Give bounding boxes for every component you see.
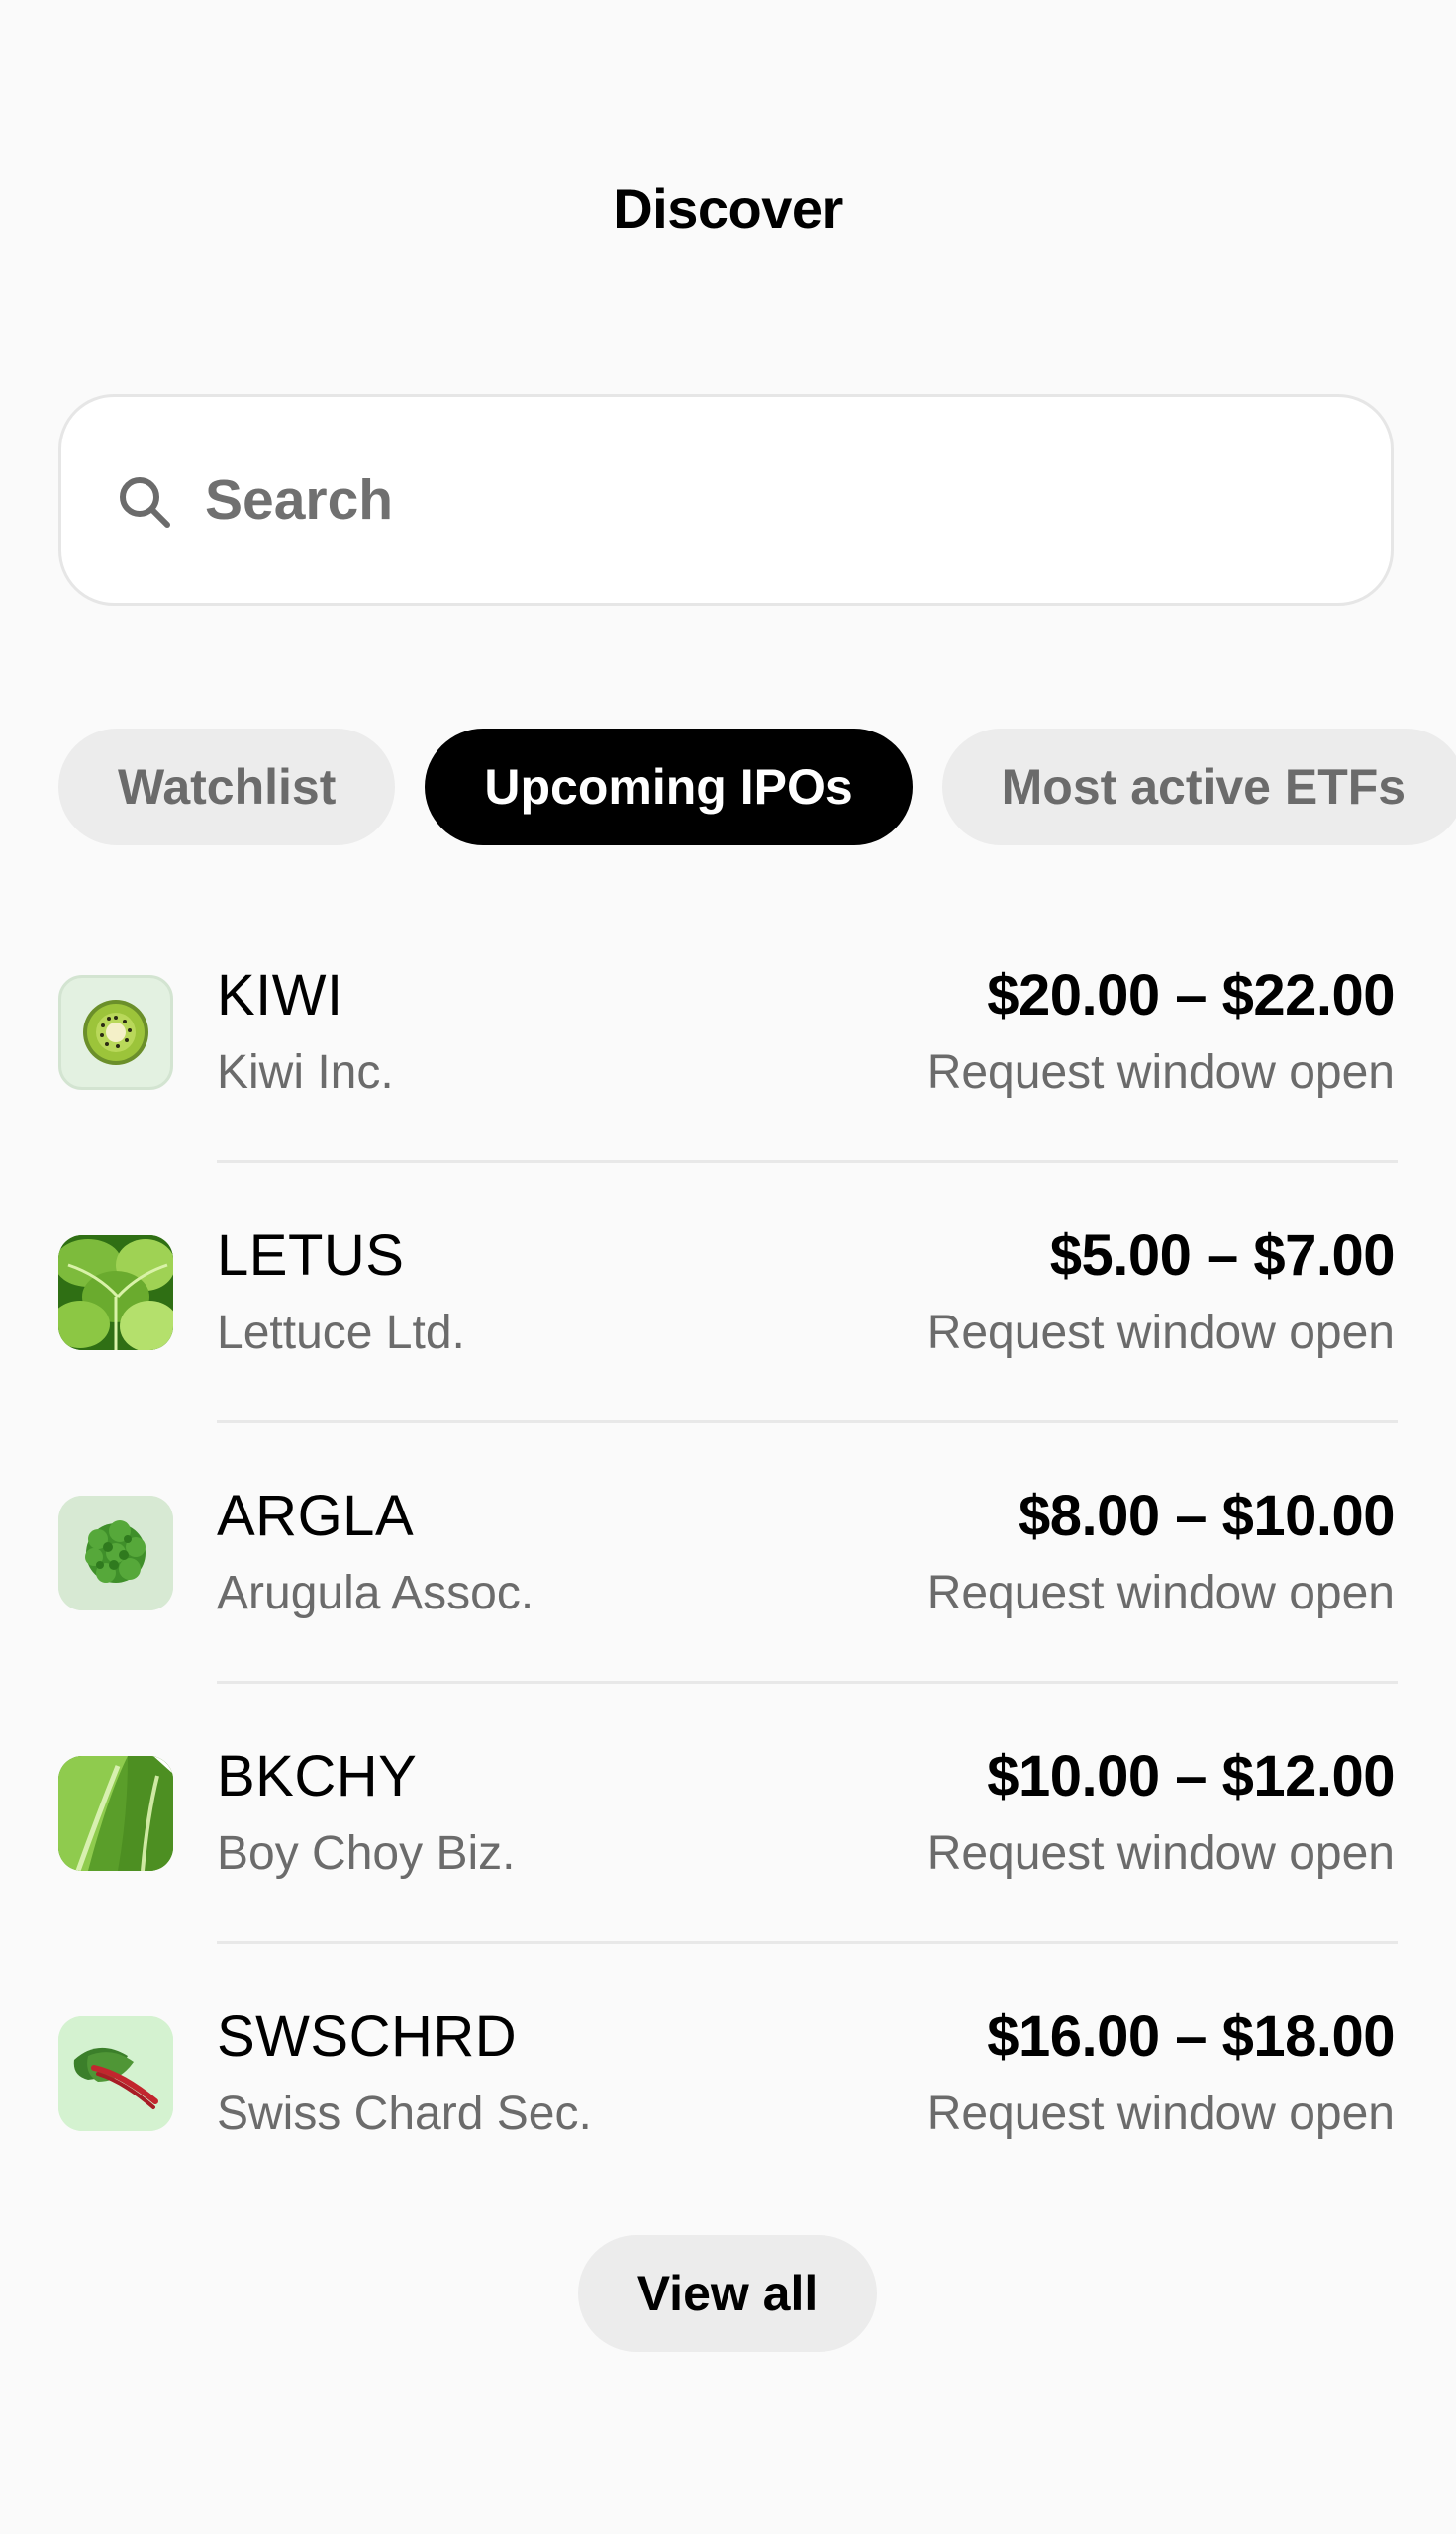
search-input[interactable] <box>205 467 1294 533</box>
ipo-company-name: Boy Choy Biz. <box>217 1827 516 1880</box>
ipo-ticker: KIWI <box>217 963 343 1027</box>
ipo-ticker: ARGLA <box>217 1484 415 1548</box>
ipo-company-name: Kiwi Inc. <box>217 1046 394 1099</box>
view-all-button[interactable]: View all <box>578 2235 877 2352</box>
ipo-row-kiwi[interactable]: KIWI Kiwi Inc. $20.00 – $22.00 Request w… <box>0 903 1456 1163</box>
ipo-list: KIWI Kiwi Inc. $20.00 – $22.00 Request w… <box>0 903 1456 2204</box>
ipo-status: Request window open <box>926 1827 1395 1880</box>
tab-upcoming-ipos[interactable]: Upcoming IPOs <box>425 729 913 845</box>
arugula-icon <box>58 1496 173 1610</box>
lettuce-icon <box>58 1235 173 1350</box>
ipo-row-letus[interactable]: LETUS Lettuce Ltd. $5.00 – $7.00 Request… <box>0 1163 1456 1423</box>
ipo-price-range: $20.00 – $22.00 <box>987 963 1395 1027</box>
ipo-price-range: $16.00 – $18.00 <box>987 2004 1395 2069</box>
search-bar[interactable] <box>58 394 1394 606</box>
tab-bar: Watchlist Upcoming IPOs Most active ETFs <box>58 729 1456 845</box>
ipo-ticker: SWSCHRD <box>217 2004 518 2069</box>
ipo-ticker: BKCHY <box>217 1744 418 1808</box>
swiss-chard-icon <box>58 2016 173 2131</box>
ipo-status: Request window open <box>926 1046 1395 1099</box>
ipo-price-range: $5.00 – $7.00 <box>1049 1223 1396 1288</box>
ipo-company-name: Lettuce Ltd. <box>217 1307 465 1359</box>
page-title: Discover <box>613 177 843 240</box>
ipo-price-range: $10.00 – $12.00 <box>987 1744 1395 1808</box>
ipo-row-swschrd[interactable]: SWSCHRD Swiss Chard Sec. $16.00 – $18.00… <box>0 1944 1456 2204</box>
ipo-status: Request window open <box>926 1567 1395 1619</box>
ipo-status: Request window open <box>926 1307 1395 1359</box>
ipo-status: Request window open <box>926 2088 1395 2140</box>
ipo-company-name: Arugula Assoc. <box>217 1567 534 1619</box>
kiwi-icon <box>58 975 173 1090</box>
tab-watchlist[interactable]: Watchlist <box>58 729 396 845</box>
ipo-ticker: LETUS <box>217 1223 405 1288</box>
ipo-row-argla[interactable]: ARGLA Arugula Assoc. $8.00 – $10.00 Requ… <box>0 1423 1456 1684</box>
bok-choy-icon <box>58 1756 173 1871</box>
ipo-company-name: Swiss Chard Sec. <box>217 2088 592 2140</box>
search-icon <box>120 477 170 528</box>
ipo-row-bkchy[interactable]: BKCHY Boy Choy Biz. $10.00 – $12.00 Requ… <box>0 1684 1456 1944</box>
tab-most-active-etfs[interactable]: Most active ETFs <box>941 729 1456 845</box>
ipo-price-range: $8.00 – $10.00 <box>1018 1484 1396 1548</box>
